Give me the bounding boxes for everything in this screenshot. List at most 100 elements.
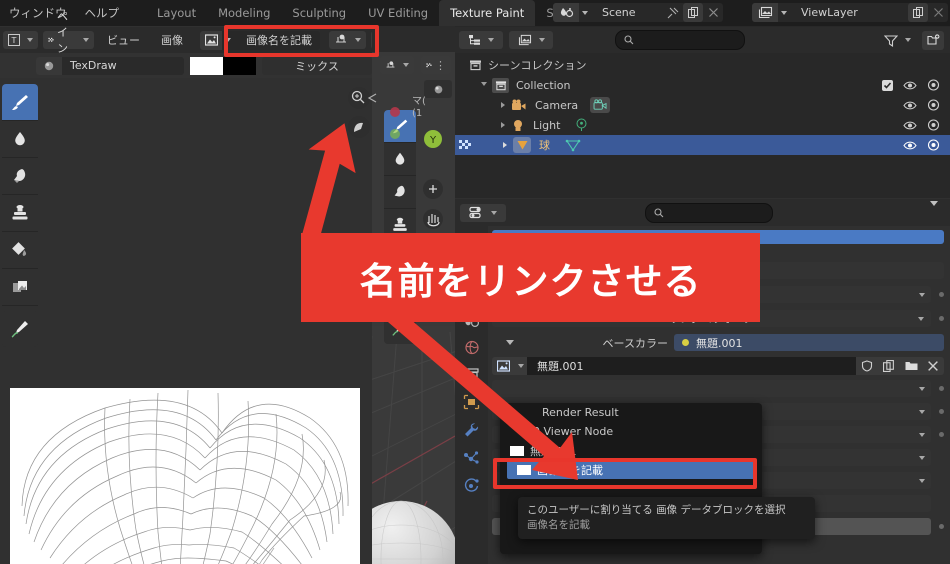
outliner-row-scene-collection[interactable]: シーンコレクション [455, 55, 950, 75]
light-data-icon[interactable] [574, 118, 589, 132]
animate-dot[interactable] [939, 524, 944, 529]
properties-options-button[interactable] [926, 201, 950, 219]
tool-smear[interactable] [2, 158, 38, 195]
new-viewlayer-button[interactable] [908, 3, 928, 22]
properties-tab-collection[interactable] [463, 360, 480, 388]
expand-triangle-icon[interactable] [501, 122, 505, 128]
image-datablock-selector[interactable]: 画像名を記載 [200, 30, 320, 50]
menu-view[interactable]: ビュー [99, 32, 148, 48]
secondary-color-swatch[interactable] [223, 56, 256, 75]
outliner-row-collection[interactable]: Collection [455, 75, 950, 95]
outliner-new-collection-button[interactable] [922, 30, 944, 50]
tool-clone[interactable] [2, 195, 38, 232]
animate-dot[interactable] [939, 386, 944, 391]
paint-mode-selector[interactable]: ペイント [43, 10, 94, 71]
camera-render-icon[interactable] [927, 99, 940, 111]
properties-editor-type-button[interactable] [460, 203, 506, 222]
eye-icon[interactable] [903, 140, 917, 151]
editor-type-button[interactable]: T [3, 31, 38, 49]
tab-texture-paint[interactable]: Texture Paint [439, 0, 536, 26]
new-collection-icon [926, 34, 939, 45]
image-datablock-name-field[interactable]: 無題.001 [527, 357, 856, 375]
dropdown-item-untitled-001[interactable]: 無題.001 [500, 441, 762, 460]
tool-annotate[interactable] [2, 311, 38, 347]
properties-tab-physics[interactable] [463, 472, 480, 500]
outliner-row-light[interactable]: Light [455, 115, 950, 135]
new-image-button[interactable] [878, 357, 900, 375]
property-dropdown[interactable] [492, 380, 931, 397]
expand-triangle-icon[interactable] [503, 142, 507, 148]
tab-layout[interactable]: Layout [146, 0, 207, 26]
brush-datablock[interactable]: TexDraw [36, 56, 184, 75]
snap-button[interactable] [329, 31, 366, 49]
properties-tab-particles[interactable] [463, 444, 480, 472]
tool-soften[interactable] [2, 121, 38, 158]
animate-dot[interactable] [939, 432, 944, 437]
camera-render-icon[interactable] [927, 119, 940, 131]
tool-mask[interactable] [2, 269, 38, 306]
checkbox-enabled[interactable] [882, 79, 893, 91]
blend-mode-dropdown[interactable]: ミックス [262, 56, 372, 75]
properties-tab-object[interactable] [463, 388, 480, 416]
chevron-down-icon [538, 38, 545, 42]
remove-viewlayer-button[interactable] [928, 3, 948, 22]
outliner-filter-button[interactable] [879, 31, 916, 49]
chevron-down-icon [781, 10, 787, 15]
vp-mode-button[interactable]: ⋮ [421, 56, 451, 74]
fake-user-button[interactable] [856, 357, 878, 375]
base-color-label: ベースカラー [602, 336, 668, 350]
scene-datablock[interactable]: Scene [553, 3, 723, 22]
sphere-object[interactable] [372, 481, 455, 564]
mesh-data-icon[interactable] [565, 138, 581, 152]
properties-search-input[interactable] [645, 202, 773, 223]
tool-draw[interactable] [2, 84, 38, 121]
primary-color-swatch[interactable] [190, 56, 223, 75]
dropdown-item-render-result[interactable]: Render Result [500, 403, 762, 422]
image-canvas[interactable] [0, 370, 372, 564]
viewlayer-datablock[interactable]: ViewLayer [752, 3, 948, 22]
eye-icon[interactable] [903, 120, 917, 131]
animate-dot[interactable] [939, 292, 944, 297]
base-color-link-field[interactable]: 無題.001 [674, 334, 944, 351]
properties-tab-world[interactable] [464, 334, 480, 360]
camera-render-icon[interactable] [927, 139, 940, 151]
properties-tab-modifier[interactable] [463, 416, 480, 444]
image-editor-header: T ペイント ビュー 画像 画像名を記載 ⋮ [0, 10, 409, 71]
unlink-scene-button[interactable] [703, 3, 723, 22]
tab-sculpting[interactable]: Sculpting [281, 0, 357, 26]
dropdown-item-selected[interactable]: 画像名を記載 [507, 460, 755, 479]
expand-triangle-icon[interactable] [506, 340, 514, 345]
tool-fill[interactable] [2, 232, 38, 269]
camera-render-icon[interactable] [927, 79, 940, 91]
new-scene-button[interactable] [683, 3, 703, 22]
pin-icon[interactable] [663, 3, 683, 22]
outliner-search-input[interactable] [615, 30, 745, 50]
vp-snap-button[interactable] [380, 56, 414, 74]
outliner-display-mode-button[interactable] [509, 31, 553, 49]
image-datablock-browse-button[interactable] [492, 357, 527, 375]
tab-modeling[interactable]: Modeling [207, 0, 281, 26]
tab-uv-editing[interactable]: UV Editing [357, 0, 439, 26]
eye-icon[interactable] [903, 100, 917, 111]
chevron-down-icon [403, 63, 409, 67]
outliner-editor-type-button[interactable] [459, 31, 503, 49]
dropdown-tooltip: このユーザーに割り当てる 画像 データブロックを選択 画像名を記載 [518, 497, 815, 539]
open-image-button[interactable] [900, 357, 922, 375]
eye-icon[interactable] [903, 80, 917, 91]
unlink-image-button[interactable] [922, 357, 944, 375]
chevron-down-icon [918, 316, 924, 321]
outliner-row-camera[interactable]: Camera [455, 95, 950, 115]
color-swatches[interactable] [190, 56, 256, 75]
menu-help[interactable]: ヘルプ [76, 0, 129, 26]
gizmo-axis-x [390, 107, 400, 117]
expand-triangle-icon[interactable] [501, 102, 505, 108]
viewport-gizmo-group[interactable]: Y マ( (1 [336, 84, 456, 244]
menu-image[interactable]: 画像 [153, 32, 191, 48]
camera-data-icon[interactable] [590, 97, 611, 113]
expand-triangle-icon[interactable] [481, 81, 487, 89]
animate-dot[interactable] [939, 316, 944, 321]
dropdown-item-viewer-node[interactable]: 0 Viewer Node [500, 422, 762, 441]
outliner-row-sphere[interactable]: 球 [455, 135, 950, 155]
animate-dot[interactable] [939, 409, 944, 414]
image-icon [492, 360, 514, 372]
